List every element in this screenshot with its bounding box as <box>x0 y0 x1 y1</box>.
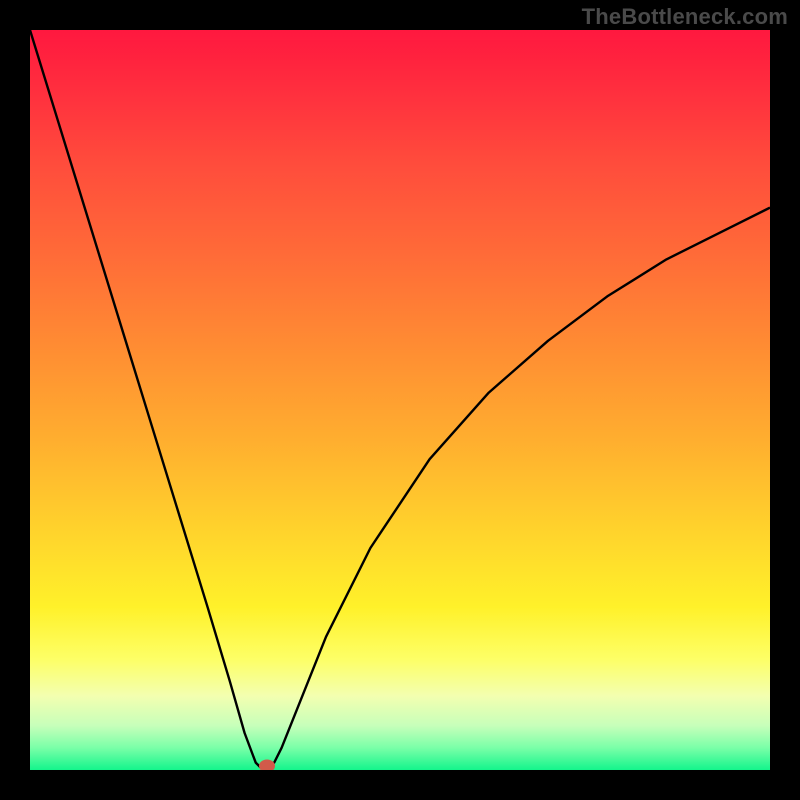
plot-area <box>30 30 770 770</box>
bottleneck-curve-path <box>30 30 770 770</box>
chart-frame: TheBottleneck.com <box>0 0 800 800</box>
watermark-text: TheBottleneck.com <box>582 4 788 30</box>
minimum-marker <box>259 760 275 771</box>
chart-overlay <box>30 30 770 770</box>
